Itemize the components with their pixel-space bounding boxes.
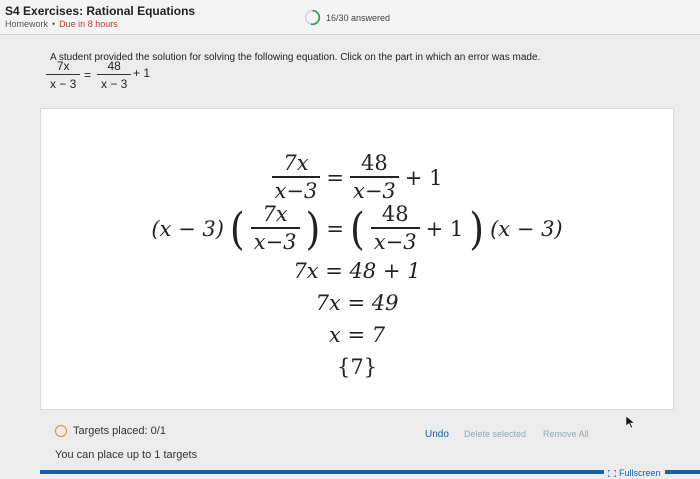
step2-lhs-denominator: x−3 bbox=[250, 227, 300, 253]
targets-placed-label: Targets placed: 0/1 bbox=[73, 425, 166, 437]
targets-status: Targets placed: 0/1 bbox=[55, 425, 166, 437]
step2-rhs-numerator: 48 bbox=[381, 202, 409, 226]
solution-step-6[interactable]: {7} bbox=[41, 355, 673, 379]
solution-work-area[interactable]: 7x x−3 = 48 x−3 + 1 (x − 3) ( 7x x−3 ) =… bbox=[40, 108, 674, 410]
step1-lhs-denominator: x−3 bbox=[271, 176, 321, 202]
step1-rhs-numerator: 48 bbox=[361, 151, 388, 175]
step2-rhs-fraction: 48 x−3 bbox=[370, 202, 420, 253]
step2-rhs-denominator: x−3 bbox=[370, 227, 420, 253]
given-lhs-fraction: 7x x − 3 bbox=[46, 59, 81, 90]
step1-plus-one: + 1 bbox=[404, 165, 443, 190]
solution-step-3[interactable]: 7x = 48 + 1 bbox=[41, 259, 673, 283]
solution-step-4[interactable]: 7x = 49 bbox=[41, 291, 673, 315]
given-lhs-denominator: x − 3 bbox=[46, 74, 81, 90]
given-plus-one: + 1 bbox=[133, 66, 151, 80]
step2-trail-factor: (x − 3) bbox=[490, 216, 563, 241]
solution-step-2[interactable]: (x − 3) ( 7x x−3 ) = ( 48 x−3 + 1 ) (x −… bbox=[41, 204, 673, 253]
step2-plus-one: + 1 bbox=[425, 216, 464, 241]
meta-separator: • bbox=[52, 19, 56, 29]
assignment-header: S4 Exercises: Rational Equations Homewor… bbox=[0, 0, 700, 35]
assignment-type: Homework bbox=[5, 19, 49, 29]
progress-text: 16/30 answered bbox=[326, 12, 391, 23]
footer-accent-bar bbox=[40, 470, 700, 474]
fullscreen-icon bbox=[608, 469, 616, 477]
step2-open-paren-2: ( bbox=[349, 203, 365, 254]
due-date: Due in 8 hours bbox=[59, 19, 118, 29]
given-rhs-fraction: 48 x − 3 bbox=[97, 59, 132, 90]
remove-all-button[interactable]: Remove All bbox=[543, 429, 589, 439]
given-rhs-numerator: 48 bbox=[107, 59, 121, 73]
step1-rhs-denominator: x−3 bbox=[349, 176, 399, 202]
target-radio-icon bbox=[55, 425, 67, 437]
given-lhs-numerator: 7x bbox=[56, 59, 70, 73]
step1-rhs-fraction: 48 x−3 bbox=[349, 151, 399, 202]
step2-lhs-numerator: 7x bbox=[262, 202, 288, 226]
fullscreen-label: Fullscreen bbox=[619, 468, 661, 478]
step1-equals: = bbox=[326, 165, 344, 190]
fullscreen-button[interactable]: Fullscreen bbox=[604, 468, 665, 478]
step1-lhs-numerator: 7x bbox=[283, 151, 309, 175]
delete-selected-button[interactable]: Delete selected bbox=[464, 429, 526, 439]
step2-open-paren: ( bbox=[229, 203, 245, 254]
progress-indicator: 16/30 answered bbox=[304, 9, 390, 26]
step2-equals: = bbox=[326, 216, 344, 241]
step2-lead-factor: (x − 3) bbox=[151, 216, 224, 241]
progress-ring-icon bbox=[304, 9, 321, 26]
solution-step-1[interactable]: 7x x−3 = 48 x−3 + 1 bbox=[41, 151, 673, 202]
assignment-title: S4 Exercises: Rational Equations bbox=[5, 4, 196, 18]
given-rhs-denominator: x − 3 bbox=[97, 74, 132, 90]
given-equals: = bbox=[84, 68, 92, 82]
mouse-cursor-icon bbox=[626, 416, 635, 428]
step1-lhs-fraction: 7x x−3 bbox=[271, 151, 321, 202]
step2-close-paren-2: ) bbox=[469, 203, 485, 254]
solution-step-5[interactable]: x = 7 bbox=[41, 323, 673, 347]
step2-close-paren: ) bbox=[305, 203, 321, 254]
targets-limit-text: You can place up to 1 targets bbox=[55, 449, 198, 461]
assignment-meta: Homework • Due in 8 hours bbox=[5, 19, 118, 29]
step2-lhs-fraction: 7x x−3 bbox=[250, 202, 300, 253]
undo-button[interactable]: Undo bbox=[425, 429, 449, 440]
